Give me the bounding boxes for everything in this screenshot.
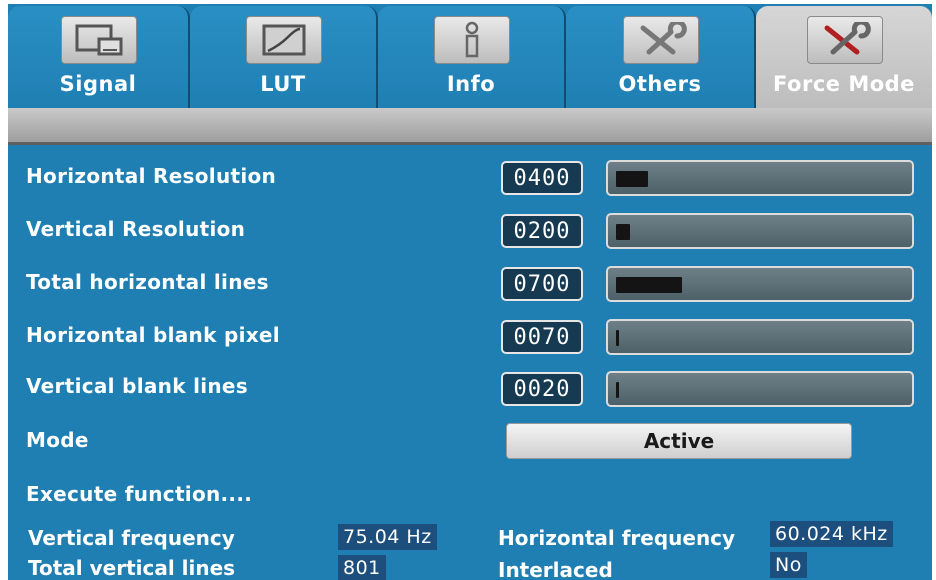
horizontal-blank-pixel-value[interactable]: 0070 [501,320,583,354]
horizontal-frequency-value: 60.024 kHz [770,521,893,547]
tools-icon [623,16,699,64]
tab-force-mode[interactable]: Force Mode [756,6,932,108]
tab-others[interactable]: Others [566,6,756,108]
mode-select-button[interactable]: Active [506,423,852,459]
total-horizontal-lines-value[interactable]: 0700 [501,267,583,301]
slider-fill [616,171,648,187]
tab-divider-band [8,108,932,145]
vertical-resolution-label: Vertical Resolution [26,217,246,241]
monitor-icon [61,16,137,64]
vertical-resolution-slider[interactable] [606,213,914,249]
tab-lut[interactable]: LUT [190,6,378,108]
tools-icon [807,16,883,64]
interlaced-label: Interlaced [498,558,613,580]
horizontal-blank-pixel-slider[interactable] [606,319,914,355]
horizontal-resolution-label: Horizontal Resolution [26,164,277,188]
tab-info[interactable]: Info [378,6,566,108]
total-horizontal-lines-label: Total horizontal lines [26,270,269,294]
slider-fill [616,382,619,398]
horizontal-blank-pixel-label: Horizontal blank pixel [26,323,280,347]
total-vertical-lines-value: 801 [338,555,386,580]
slider-fill [616,330,619,346]
total-horizontal-lines-slider[interactable] [606,266,914,302]
info-icon [434,16,510,64]
vertical-resolution-value[interactable]: 0200 [501,214,583,248]
slider-fill [616,224,630,240]
vertical-blank-lines-label: Vertical blank lines [26,374,248,398]
horizontal-frequency-label: Horizontal frequency [498,526,736,550]
tab-label: Force Mode [773,72,915,96]
interlaced-value: No [770,552,807,578]
force-mode-osd: Signal LUT Info Others Force Mode Horizo… [8,4,932,580]
tab-label: LUT [260,72,306,96]
tab-label: Others [618,72,702,96]
vertical-frequency-value: 75.04 Hz [338,524,437,550]
execute-function-button[interactable]: Execute function.... [26,482,252,506]
vertical-blank-lines-value[interactable]: 0020 [501,372,583,406]
tab-label: Signal [59,72,137,96]
slider-fill [616,277,682,293]
vertical-blank-lines-slider[interactable] [606,371,914,407]
total-vertical-lines-label: Total vertical lines [28,556,236,580]
vertical-frequency-label: Vertical frequency [28,526,235,550]
tab-label: Info [446,72,496,96]
horizontal-resolution-slider[interactable] [606,160,914,196]
tab-signal[interactable]: Signal [8,6,190,108]
lut-panel-icon [246,16,322,64]
mode-label: Mode [26,428,89,452]
horizontal-resolution-value[interactable]: 0400 [501,161,583,195]
